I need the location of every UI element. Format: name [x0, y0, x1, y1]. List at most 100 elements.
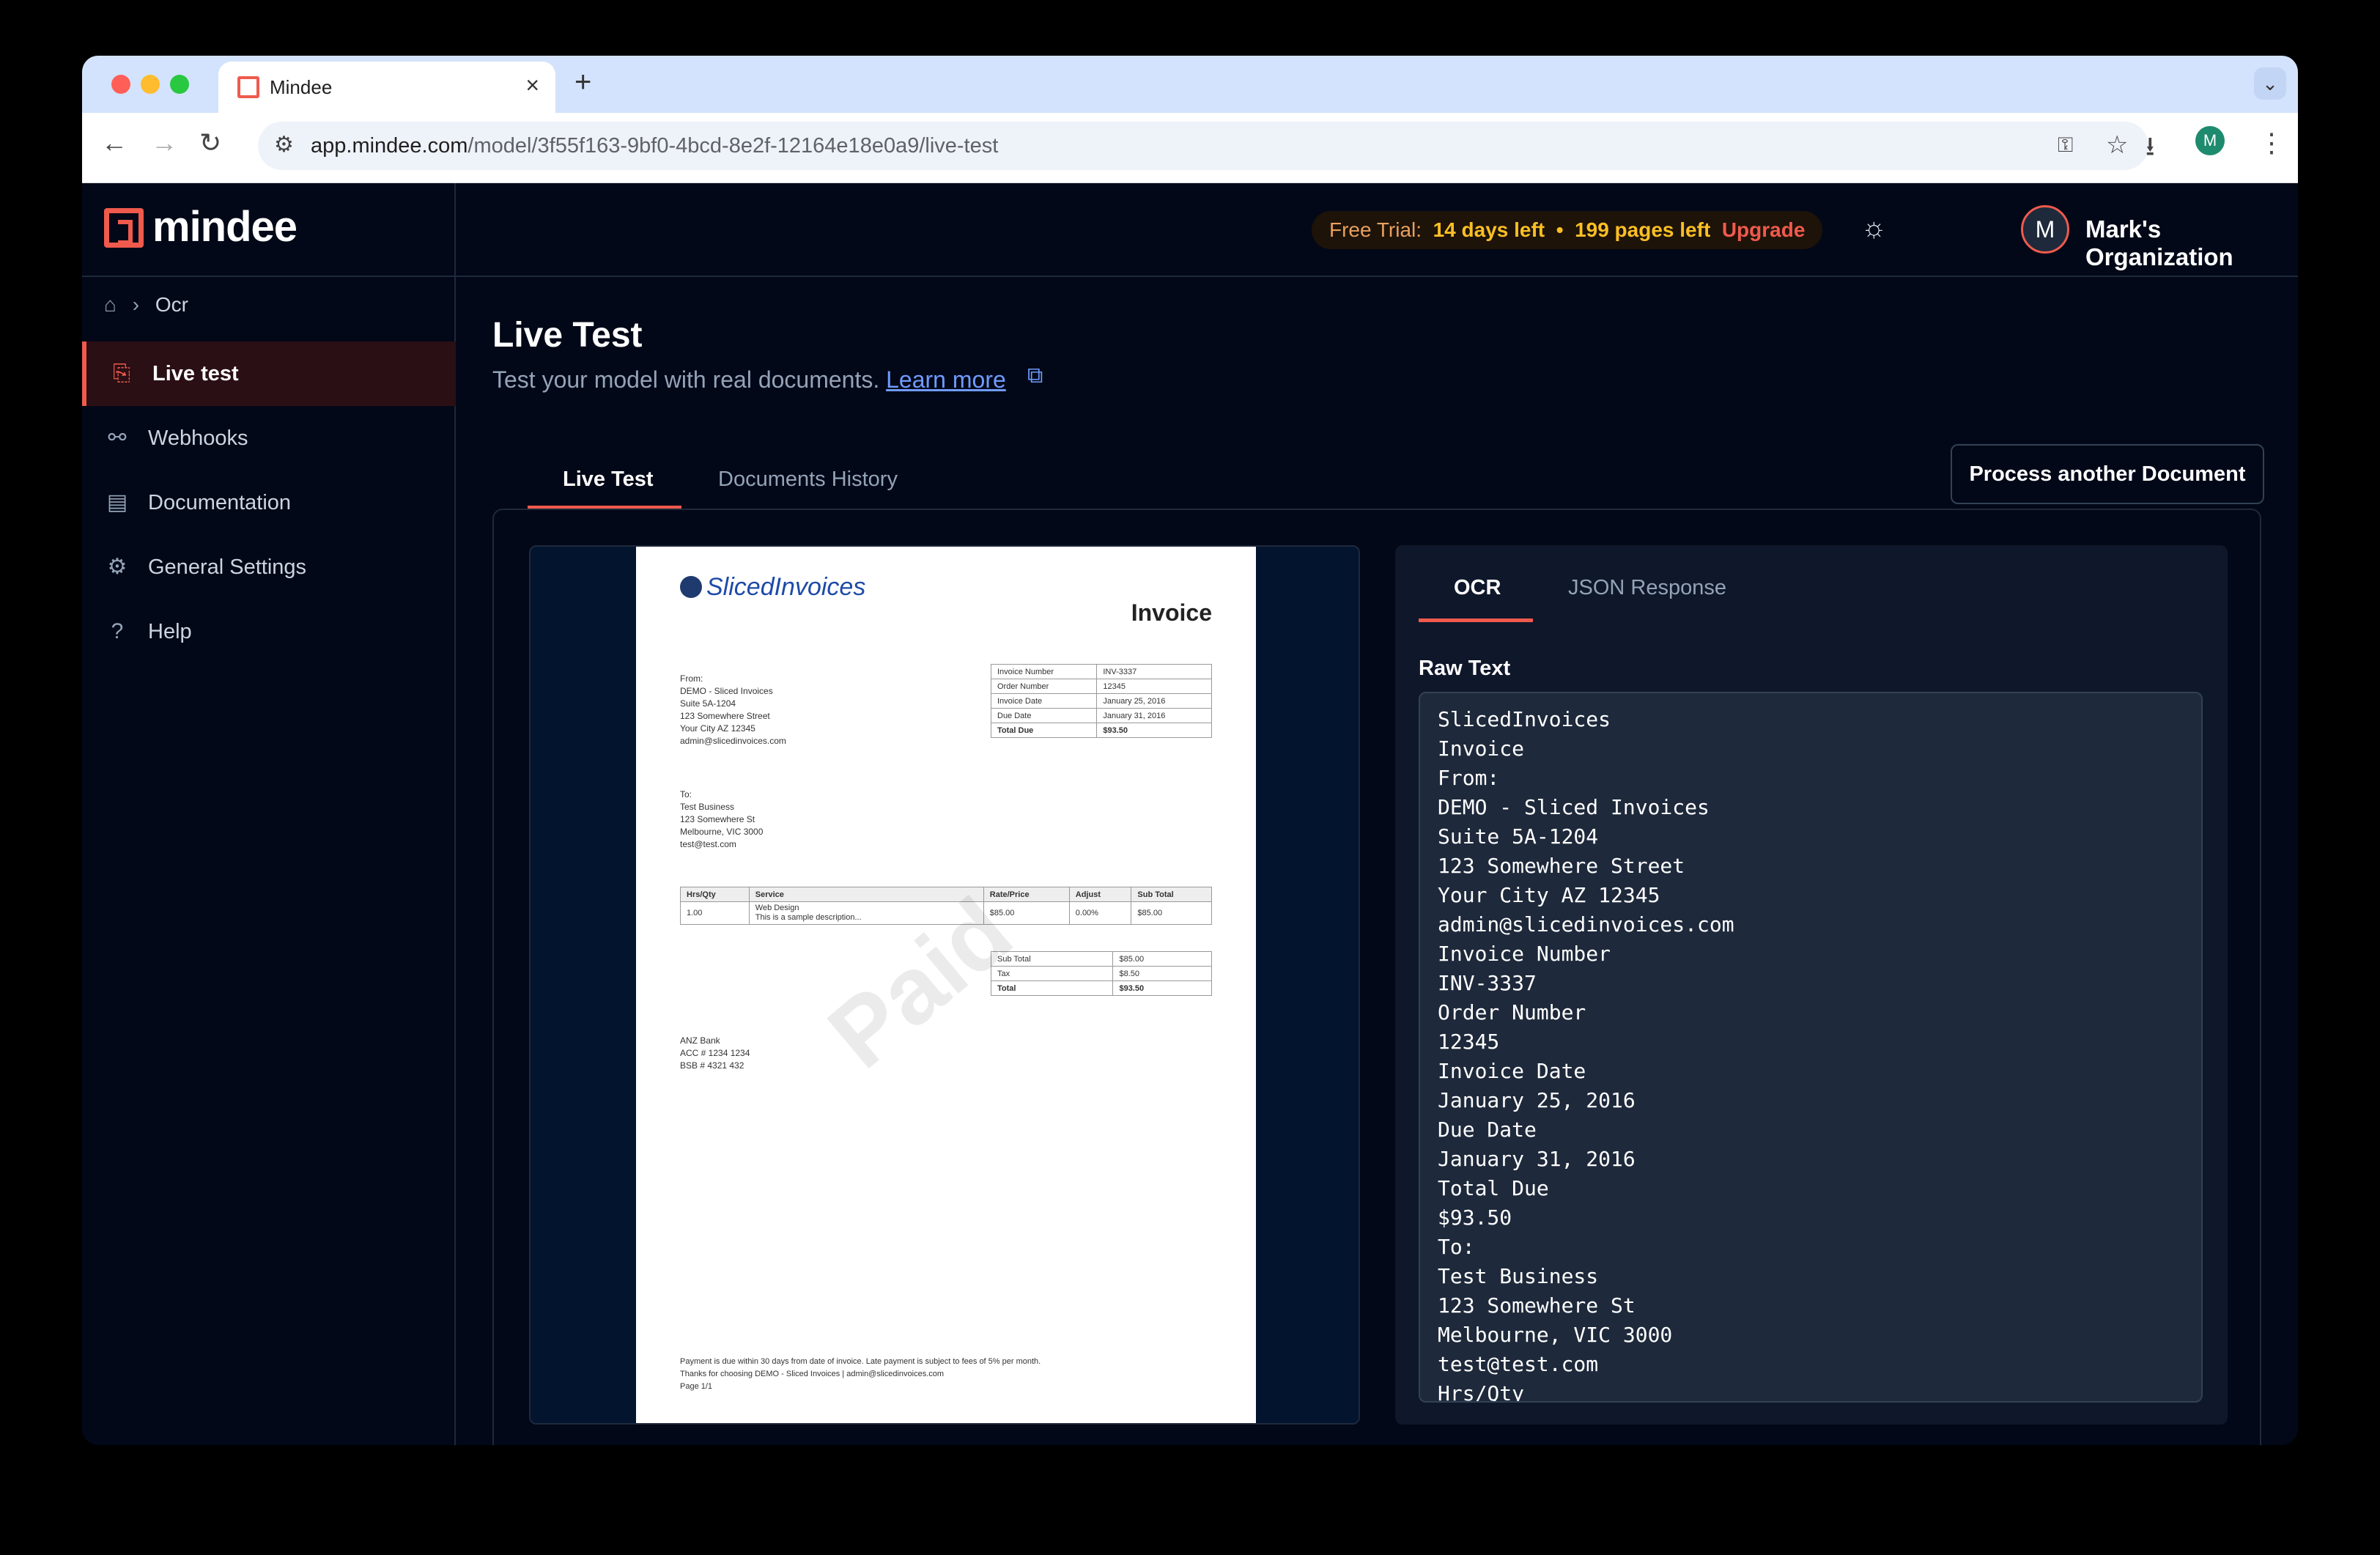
sidebar-item-label: Webhooks: [148, 426, 248, 450]
sidebar-item-live-test[interactable]: ⎘ Live test: [82, 341, 456, 406]
item-cell: 1.00: [680, 901, 750, 925]
total-label: Total: [990, 980, 1114, 996]
raw-text-label: Raw Text: [1419, 657, 1511, 680]
total-value: $8.50: [1112, 966, 1212, 981]
meta-label: Due Date: [990, 708, 1098, 723]
raw-text-line: INV-3337: [1438, 971, 1537, 995]
sidebar-item-help[interactable]: ? Help: [82, 599, 456, 664]
star-icon[interactable]: ☆: [2106, 130, 2128, 160]
raw-text-line: admin@slicedinvoices.com: [1438, 912, 1734, 937]
invoice-from: From: DEMO - Sliced Invoices Suite 5A-12…: [680, 673, 786, 746]
total-value: $85.00: [1112, 951, 1212, 967]
document-preview[interactable]: SlicedInvoices Invoice From: DEMO - Slic…: [529, 545, 1360, 1425]
breadcrumb: ⌂ › Ocr: [104, 293, 188, 317]
raw-text-line: Test Business: [1438, 1264, 1599, 1288]
items-header: Rate/Price: [983, 887, 1070, 902]
item-cell: 0.00%: [1068, 901, 1132, 925]
mindee-favicon-icon: [237, 76, 259, 98]
browser-window: Mindee × + ⌄ ← → ↻ ⚙ app.mindee.com/mode…: [82, 56, 2298, 1445]
raw-text-line: 123 Somewhere St: [1438, 1293, 1636, 1318]
maximize-window-button[interactable]: [170, 75, 189, 94]
sidebar-item-documentation[interactable]: ▤ Documentation: [82, 470, 456, 535]
breadcrumb-ocr[interactable]: Ocr: [155, 293, 188, 316]
invoice-page: SlicedInvoices Invoice From: DEMO - Slic…: [636, 547, 1256, 1423]
raw-text-line: Due Date: [1438, 1118, 1537, 1142]
meta-label: Order Number: [990, 679, 1098, 694]
raw-text-line: Suite 5A-1204: [1438, 824, 1599, 849]
tab-ocr[interactable]: OCR: [1454, 576, 1501, 600]
learn-more-link[interactable]: Learn more: [886, 366, 1006, 393]
external-link-icon[interactable]: ⧉: [1027, 363, 1043, 388]
sidebar-item-label: Live test: [152, 362, 239, 385]
sidebar: mindee ⌂ › Ocr ⎘ Live test ⚯ Webhooks ▤ …: [82, 183, 456, 1445]
gear-icon: ⚙: [107, 555, 128, 579]
active-tab-underline: [1419, 618, 1533, 622]
forward-arrow-icon[interactable]: →: [151, 128, 177, 158]
meta-value: January 31, 2016: [1096, 708, 1212, 723]
raw-text-line: Order Number: [1438, 1000, 1586, 1024]
key-icon[interactable]: ⚿: [2058, 133, 2073, 158]
item-cell: $85.00: [1131, 901, 1212, 925]
raw-text-line: DEMO - Sliced Invoices: [1438, 795, 1710, 819]
logo[interactable]: mindee: [82, 183, 456, 277]
total-value: $93.50: [1112, 980, 1212, 996]
items-header: Sub Total: [1131, 887, 1212, 902]
book-icon: ▤: [106, 490, 128, 514]
trial-days: 14 days left: [1433, 218, 1545, 241]
download-icon[interactable]: ⭳: [2146, 128, 2155, 172]
menu-dots-icon[interactable]: ⋮: [2258, 128, 2285, 158]
trial-pages: 199 pages left: [1575, 218, 1711, 241]
org-avatar[interactable]: M: [2021, 205, 2069, 254]
home-icon[interactable]: ⌂: [104, 293, 117, 316]
tab-json-response[interactable]: JSON Response: [1568, 576, 1726, 600]
address-bar[interactable]: ⚙ app.mindee.com/model/3f55f163-9bf0-4bc…: [258, 122, 2148, 170]
close-tab-icon[interactable]: ×: [525, 72, 539, 99]
process-another-document-button[interactable]: Process another Document: [1951, 444, 2264, 504]
meta-value: 12345: [1096, 679, 1212, 694]
theme-toggle-sun-icon[interactable]: ☼: [1861, 213, 1887, 244]
raw-text-line: Invoice Number: [1438, 942, 1611, 966]
browser-tab[interactable]: Mindee ×: [218, 62, 555, 113]
raw-text-line: From:: [1438, 766, 1500, 790]
raw-text-line: Melbourne, VIC 3000: [1438, 1323, 1673, 1347]
site-settings-icon[interactable]: ⚙: [274, 132, 294, 158]
profile-avatar[interactable]: M: [2195, 126, 2225, 155]
raw-text-line: To:: [1438, 1235, 1475, 1259]
chevron-right-icon: ›: [132, 293, 140, 316]
sidebar-item-label: Help: [148, 620, 192, 643]
items-header: Adjust: [1068, 887, 1132, 902]
reload-icon[interactable]: ↻: [199, 128, 221, 158]
document-import-icon: ⎘: [113, 361, 130, 385]
trial-label: Free Trial:: [1329, 218, 1422, 241]
raw-text-line: Invoice: [1438, 736, 1525, 761]
meta-value: $93.50: [1096, 723, 1212, 738]
browser-toolbar: ← → ↻ ⚙ app.mindee.com/model/3f55f163-9b…: [82, 113, 2298, 183]
upgrade-link[interactable]: Upgrade: [1722, 218, 1806, 241]
sidebar-item-label: General Settings: [148, 555, 307, 579]
close-window-button[interactable]: [111, 75, 130, 94]
invoice-footer: Payment is due within 30 days from date …: [680, 1357, 1041, 1391]
back-arrow-icon[interactable]: ←: [101, 128, 128, 158]
raw-text-line: 123 Somewhere Street: [1438, 854, 1685, 878]
raw-text-line: January 31, 2016: [1438, 1147, 1636, 1171]
trial-badge: Free Trial: 14 days left • 199 pages lef…: [1312, 211, 1823, 249]
invoice-bank: ANZ Bank ACC # 1234 1234 BSB # 4321 432: [680, 1035, 750, 1071]
invoice-to: To: Test Business 123 Somewhere St Melbo…: [680, 789, 764, 849]
minimize-window-button[interactable]: [141, 75, 160, 94]
sidebar-item-general-settings[interactable]: ⚙ General Settings: [82, 535, 456, 599]
raw-text-area[interactable]: SlicedInvoices Invoice From: DEMO - Sliced …: [1419, 692, 2203, 1403]
help-circle-icon: ?: [111, 619, 124, 643]
result-panel: SlicedInvoices Invoice From: DEMO - Slic…: [492, 509, 2261, 1445]
tab-live-test[interactable]: Live Test: [563, 468, 654, 492]
tab-search-icon[interactable]: ⌄: [2254, 67, 2286, 100]
tab-documents-history[interactable]: Documents History: [718, 468, 898, 492]
items-header: Hrs/Qty: [680, 887, 750, 902]
meta-label: Total Due: [990, 723, 1098, 738]
invoice-title: Invoice: [1131, 599, 1212, 626]
new-tab-icon[interactable]: +: [574, 66, 591, 99]
meta-label: Invoice Number: [990, 664, 1098, 679]
org-name[interactable]: Mark's Organization: [2085, 215, 2298, 271]
main-content: Live Test Test your model with real docu…: [456, 277, 2298, 1445]
sidebar-item-webhooks[interactable]: ⚯ Webhooks: [82, 406, 456, 470]
trial-separator: •: [1556, 218, 1564, 241]
